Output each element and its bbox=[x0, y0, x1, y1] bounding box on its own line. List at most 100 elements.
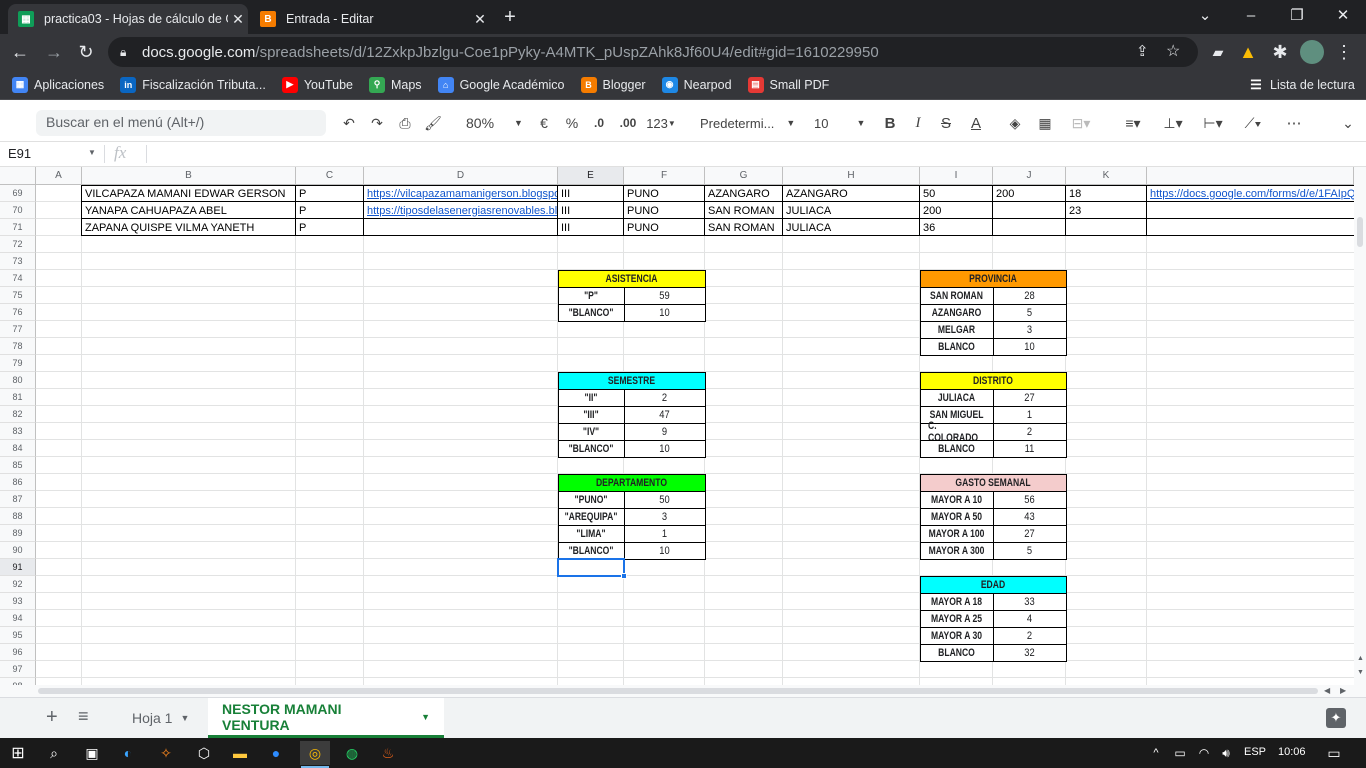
search-icon[interactable]: ⌕ bbox=[42, 741, 66, 765]
windows-start-icon[interactable]: ⊞ bbox=[6, 741, 30, 765]
menu-search-input[interactable]: Buscar en el menú (Alt+/) bbox=[36, 110, 326, 136]
row-header[interactable]: 87 bbox=[0, 491, 36, 508]
column-header[interactable]: K bbox=[1066, 167, 1147, 185]
add-sheet-button[interactable]: + bbox=[46, 706, 58, 729]
file-explorer-icon[interactable]: ▬ bbox=[228, 741, 252, 765]
row-header[interactable]: 76 bbox=[0, 304, 36, 321]
bookmark-fiscalizacion[interactable]: in Fiscalización Tributa... bbox=[120, 76, 266, 93]
row-header[interactable]: 91 bbox=[0, 559, 36, 576]
column-header[interactable]: B bbox=[82, 167, 296, 185]
column-header[interactable]: C bbox=[296, 167, 364, 185]
column-header[interactable] bbox=[1147, 167, 1354, 185]
reload-icon[interactable]: ↻ bbox=[74, 40, 98, 64]
borders-icon[interactable]: ▦ bbox=[1034, 112, 1056, 134]
column-header[interactable]: A bbox=[36, 167, 82, 185]
data-cell[interactable]: 50 bbox=[920, 185, 993, 202]
column-header[interactable]: H bbox=[783, 167, 920, 185]
data-cell[interactable]: P bbox=[296, 202, 364, 219]
row-header[interactable]: 72 bbox=[0, 236, 36, 253]
row-header[interactable]: 73 bbox=[0, 253, 36, 270]
drive-icon[interactable]: ▲ bbox=[1236, 40, 1260, 64]
percent-button[interactable]: % bbox=[562, 112, 582, 134]
row-header[interactable]: 96 bbox=[0, 644, 36, 661]
spreadsheet-grid[interactable]: A B C D E F G H I J K 69 70 71 72 73 74 75 76 77 78 79 80 81 82 8… bbox=[0, 167, 1354, 685]
row-header[interactable]: 70 bbox=[0, 202, 36, 219]
back-icon[interactable]: ← bbox=[8, 40, 32, 64]
bold-button[interactable]: B bbox=[880, 112, 900, 134]
vertical-scrollbar[interactable]: ▲ ▼ bbox=[1354, 167, 1366, 685]
row-header[interactable]: 75 bbox=[0, 287, 36, 304]
data-cell[interactable]: JULIACA bbox=[783, 202, 920, 219]
bookmark-scholar[interactable]: ⌂ Google Académico bbox=[437, 76, 565, 93]
close-tab-icon[interactable]: ✕ bbox=[228, 11, 248, 28]
fill-handle[interactable] bbox=[621, 573, 627, 579]
clock[interactable]: 10:06 bbox=[1278, 746, 1306, 758]
share-icon[interactable]: ⇪ bbox=[1136, 42, 1149, 60]
scroll-left-icon[interactable]: ◀ bbox=[1324, 686, 1330, 695]
explore-icon[interactable]: ✦ bbox=[1326, 708, 1346, 728]
row-header[interactable]: 88 bbox=[0, 508, 36, 525]
menu-kebab-icon[interactable]: ⋮ bbox=[1332, 40, 1356, 64]
column-header[interactable]: F bbox=[624, 167, 705, 185]
data-cell[interactable]: VILCAPAZA MAMANI EDWAR GERSON bbox=[82, 185, 296, 202]
scroll-thumb[interactable] bbox=[38, 688, 1318, 694]
name-box[interactable]: E91 bbox=[8, 146, 31, 161]
data-cell[interactable]: III bbox=[558, 219, 624, 236]
number-format-select[interactable]: 123 ▼ bbox=[644, 112, 678, 134]
row-header[interactable]: 92 bbox=[0, 576, 36, 593]
chrome-icon[interactable]: ◎ bbox=[300, 741, 330, 765]
new-tab-button[interactable]: + bbox=[498, 5, 522, 29]
data-cell[interactable]: PUNO bbox=[624, 219, 705, 236]
data-cell[interactable]: AZANGARO bbox=[783, 185, 920, 202]
extension-icon[interactable]: ▰ bbox=[1206, 40, 1230, 64]
collapse-menu-icon[interactable]: ⌄ bbox=[1336, 112, 1360, 134]
data-cell[interactable] bbox=[993, 219, 1066, 236]
data-cell[interactable]: ZAPANA QUISPE VILMA YANETH bbox=[82, 219, 296, 236]
close-tab-icon[interactable]: ✕ bbox=[470, 11, 490, 28]
language-indicator[interactable]: ESP bbox=[1244, 746, 1266, 758]
fill-color-icon[interactable]: ◈ bbox=[1004, 112, 1026, 134]
bookmark-apps[interactable]: ▦ Aplicaciones bbox=[12, 76, 104, 93]
strikethrough-button[interactable]: S bbox=[936, 112, 956, 134]
data-cell[interactable]: 200 bbox=[993, 185, 1066, 202]
scroll-right-icon[interactable]: ▶ bbox=[1340, 686, 1346, 695]
italic-button[interactable]: I bbox=[908, 112, 928, 134]
row-header[interactable]: 81 bbox=[0, 389, 36, 406]
wifi-icon[interactable]: ◠ bbox=[1192, 741, 1216, 765]
decrease-decimal-button[interactable]: .0 bbox=[588, 112, 610, 134]
data-cell[interactable]: YANAPA CAHUAPAZA ABEL bbox=[82, 202, 296, 219]
data-cell[interactable]: 18 bbox=[1066, 185, 1147, 202]
browser-tab-blogger[interactable]: B Entrada - Editar ✕ bbox=[250, 4, 490, 34]
data-cell[interactable]: P bbox=[296, 219, 364, 236]
extensions-puzzle-icon[interactable]: ✱ bbox=[1268, 40, 1292, 64]
horizontal-scrollbar[interactable]: ◀ ▶ bbox=[0, 685, 1366, 697]
row-header[interactable]: 85 bbox=[0, 457, 36, 474]
tab-nestor-mamani-ventura[interactable]: NESTOR MAMANI VENTURA ▼ bbox=[208, 698, 444, 738]
row-header[interactable]: 97 bbox=[0, 661, 36, 678]
column-header[interactable]: E bbox=[558, 167, 624, 185]
row-header[interactable]: 94 bbox=[0, 610, 36, 627]
data-cell[interactable]: https://docs.google.com/forms/d/e/1FAIpQ… bbox=[1147, 185, 1354, 202]
row-header[interactable]: 71 bbox=[0, 219, 36, 236]
volume-icon[interactable]: 🔊︎ bbox=[1214, 741, 1238, 765]
data-cell[interactable]: SAN ROMAN bbox=[705, 219, 783, 236]
photos-icon[interactable]: ⬡ bbox=[192, 741, 216, 765]
data-cell[interactable]: PUNO bbox=[624, 202, 705, 219]
currency-button[interactable]: € bbox=[534, 112, 554, 134]
data-cell[interactable] bbox=[1147, 219, 1354, 236]
text-wrap-icon[interactable]: ⊢▾ bbox=[1196, 112, 1230, 134]
scroll-up-icon[interactable]: ▲ bbox=[1357, 655, 1364, 662]
row-header[interactable]: 69 bbox=[0, 185, 36, 202]
row-header[interactable]: 84 bbox=[0, 440, 36, 457]
row-header[interactable]: 98 bbox=[0, 678, 36, 685]
more-button[interactable]: ⋯ bbox=[1282, 112, 1306, 134]
font-size-select[interactable]: 10 ▼ bbox=[808, 112, 868, 134]
formula-input[interactable] bbox=[154, 146, 1344, 164]
battery-icon[interactable]: ▭ bbox=[1168, 741, 1192, 765]
data-cell[interactable]: PUNO bbox=[624, 185, 705, 202]
merge-cells-icon[interactable]: ⊟▾ bbox=[1064, 112, 1098, 134]
row-header[interactable]: 93 bbox=[0, 593, 36, 610]
column-header[interactable]: I bbox=[920, 167, 993, 185]
redo-icon[interactable]: ↷ bbox=[366, 112, 388, 134]
all-sheets-button[interactable]: ≡ bbox=[78, 706, 89, 727]
